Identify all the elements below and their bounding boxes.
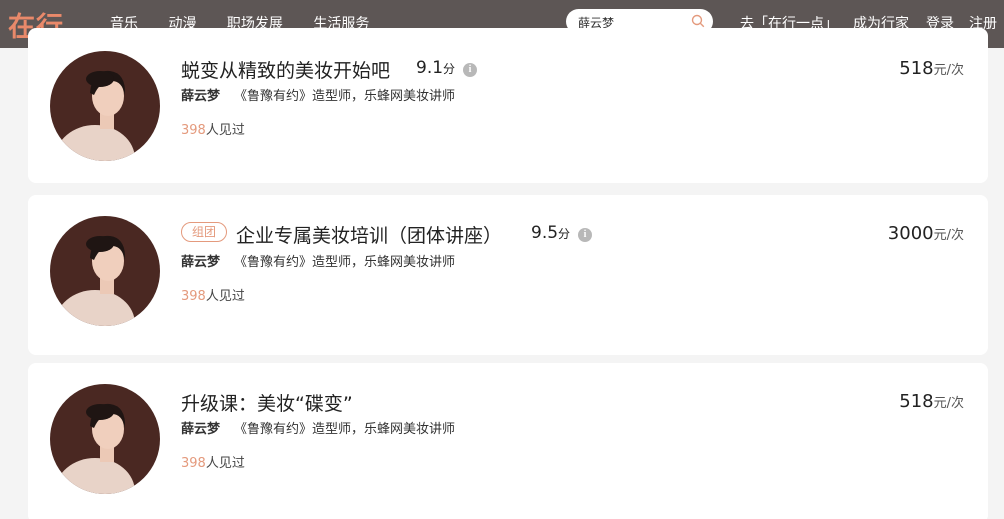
- seen-count: 398人见过: [181, 119, 245, 138]
- course-title[interactable]: 蜕变从精致的美妆开始吧: [181, 56, 390, 83]
- group-tag-badge: 组团: [181, 222, 227, 242]
- score-unit: 分: [558, 227, 571, 241]
- course-title[interactable]: 升级课：美妆“碟变”: [181, 389, 353, 416]
- seen-count: 398人见过: [181, 452, 245, 471]
- seen-number: 398: [181, 123, 206, 138]
- seen-number: 398: [181, 289, 206, 304]
- seen-label: 人见过: [205, 123, 245, 138]
- teacher-desc: 《鲁豫有约》造型师，乐蜂网美妆讲师: [234, 89, 456, 104]
- seen-number: 398: [181, 456, 206, 471]
- course-price: 518元/次: [899, 391, 964, 412]
- info-icon[interactable]: i: [463, 63, 477, 77]
- score-value: 9.1: [416, 58, 444, 78]
- price-unit: 元/次: [933, 396, 964, 411]
- search-icon[interactable]: [691, 14, 705, 28]
- teacher-line: 薛云梦 《鲁豫有约》造型师，乐蜂网美妆讲师: [181, 251, 455, 270]
- avatar[interactable]: [50, 51, 160, 161]
- score-value: 9.5: [531, 223, 559, 243]
- price-unit: 元/次: [933, 63, 964, 78]
- portrait-image: [50, 51, 160, 161]
- teacher-line: 薛云梦 《鲁豫有约》造型师，乐蜂网美妆讲师: [181, 418, 455, 437]
- course-price: 3000元/次: [888, 223, 964, 244]
- avatar[interactable]: [50, 384, 160, 494]
- price-value: 518: [899, 58, 934, 79]
- price-value: 518: [899, 391, 934, 412]
- avatar[interactable]: [50, 216, 160, 326]
- price-unit: 元/次: [933, 228, 964, 243]
- portrait-image: [50, 384, 160, 494]
- course-price: 518元/次: [899, 58, 964, 79]
- course-card[interactable]: 蜕变从精致的美妆开始吧 9.1分 i 薛云梦 《鲁豫有约》造型师，乐蜂网美妆讲师 …: [28, 28, 988, 183]
- teacher-desc: 《鲁豫有约》造型师，乐蜂网美妆讲师: [234, 255, 456, 270]
- course-score: 9.5分: [531, 223, 570, 243]
- teacher-name[interactable]: 薛云梦: [181, 255, 220, 270]
- seen-label: 人见过: [205, 456, 245, 471]
- teacher-name[interactable]: 薛云梦: [181, 89, 220, 104]
- score-unit: 分: [443, 62, 456, 76]
- course-title[interactable]: 企业专属美妆培训（团体讲座）: [236, 221, 502, 248]
- portrait-image: [50, 216, 160, 326]
- seen-count: 398人见过: [181, 285, 245, 304]
- teacher-line: 薛云梦 《鲁豫有约》造型师，乐蜂网美妆讲师: [181, 85, 455, 104]
- teacher-name[interactable]: 薛云梦: [181, 422, 220, 437]
- price-value: 3000: [887, 223, 934, 244]
- info-icon[interactable]: i: [578, 228, 592, 242]
- course-score: 9.1分: [416, 58, 455, 78]
- teacher-desc: 《鲁豫有约》造型师，乐蜂网美妆讲师: [234, 422, 456, 437]
- seen-label: 人见过: [205, 289, 245, 304]
- course-card[interactable]: 升级课：美妆“碟变” 薛云梦 《鲁豫有约》造型师，乐蜂网美妆讲师 398人见过 5…: [28, 363, 988, 519]
- course-card[interactable]: 组团 企业专属美妆培训（团体讲座） 9.5分 i 薛云梦 《鲁豫有约》造型师，乐蜂…: [28, 195, 988, 355]
